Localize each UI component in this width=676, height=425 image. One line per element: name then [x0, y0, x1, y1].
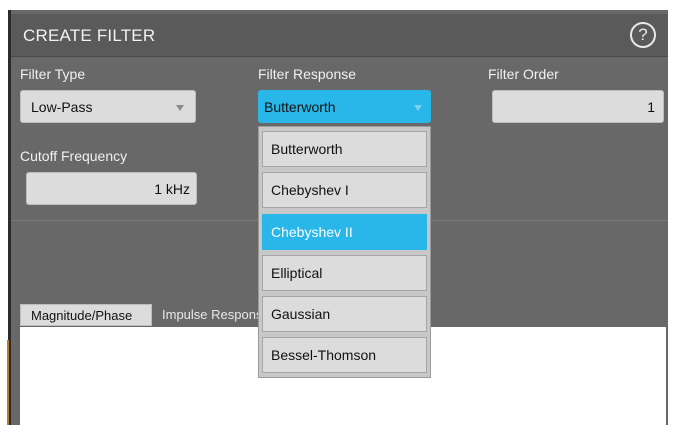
option-chebyshev-i[interactable]: Chebyshev I	[262, 172, 427, 208]
cutoff-frequency-label: Cutoff Frequency	[20, 148, 128, 164]
filter-response-label: Filter Response	[258, 66, 357, 82]
option-butterworth[interactable]: Butterworth	[262, 131, 427, 167]
filter-order-field[interactable]: 1	[492, 90, 664, 123]
filter-order-value: 1	[647, 99, 655, 115]
cutoff-frequency-value: 1 kHz	[154, 181, 190, 197]
cutoff-frequency-field[interactable]: 1 kHz	[26, 172, 197, 205]
chevron-down-icon	[414, 105, 422, 111]
screen: CREATE FILTER ? Filter Type Low-Pass Fil…	[0, 0, 676, 425]
dialog-title: CREATE FILTER	[23, 26, 156, 45]
dialog-titlebar: CREATE FILTER ?	[11, 14, 668, 57]
filter-type-value: Low-Pass	[31, 99, 93, 115]
filter-type-label: Filter Type	[20, 66, 86, 82]
filter-response-dropdown[interactable]: Butterworth	[258, 90, 431, 123]
option-chebyshev-ii[interactable]: Chebyshev II	[262, 214, 427, 250]
option-bessel-thomson[interactable]: Bessel-Thomson	[262, 337, 427, 373]
help-icon[interactable]: ?	[630, 22, 656, 48]
filter-response-options: Butterworth Chebyshev I Chebyshev II Ell…	[258, 126, 431, 378]
filter-type-dropdown[interactable]: Low-Pass	[20, 90, 196, 123]
filter-order-label: Filter Order	[488, 66, 559, 82]
tab-magnitude-phase[interactable]: Magnitude/Phase	[20, 304, 152, 326]
option-gaussian[interactable]: Gaussian	[262, 296, 427, 332]
filter-response-value: Butterworth	[264, 99, 336, 115]
accent-strip	[7, 340, 9, 425]
option-elliptical[interactable]: Elliptical	[262, 255, 427, 291]
chevron-down-icon	[176, 105, 184, 111]
